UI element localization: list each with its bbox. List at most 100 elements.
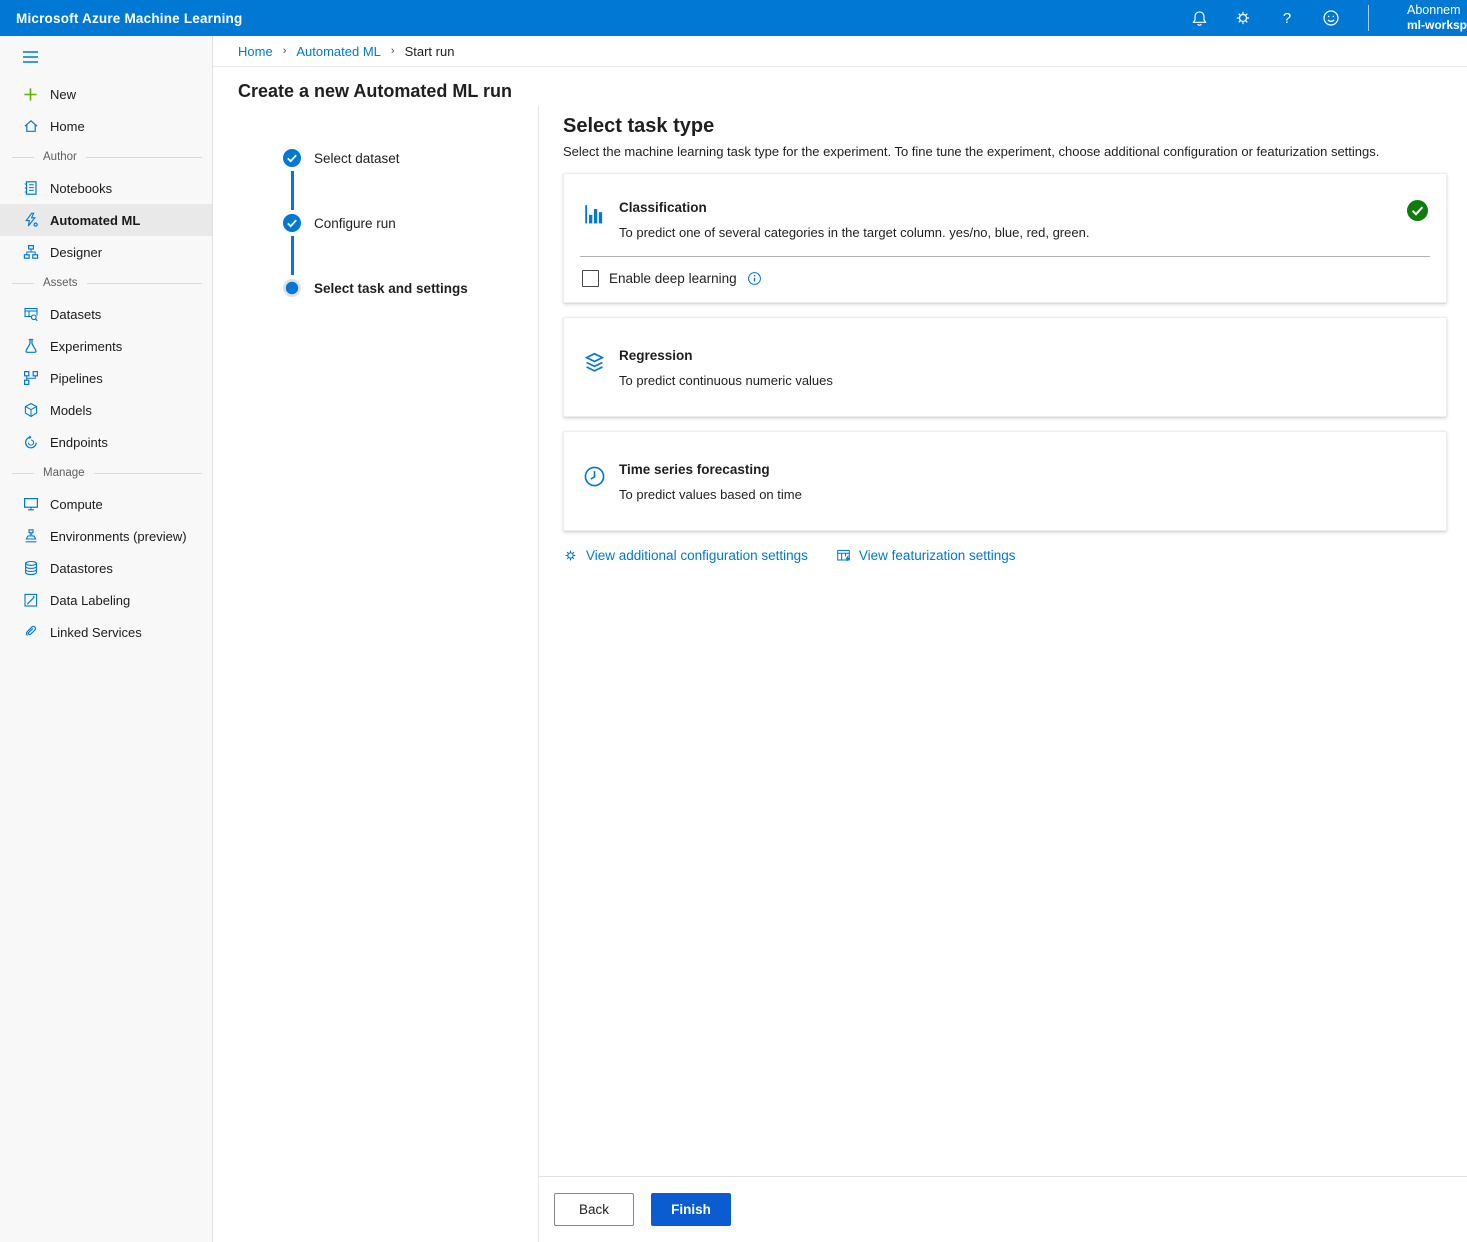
sidebar-item-label: Home — [50, 119, 85, 134]
sidebar-item-linked-services[interactable]: Linked Services — [0, 616, 212, 648]
plus-icon — [22, 86, 39, 103]
designer-icon — [22, 244, 39, 261]
app-title: Microsoft Azure Machine Learning — [16, 11, 242, 26]
sidebar-item-label: Linked Services — [50, 625, 142, 640]
view-additional-configuration-link[interactable]: View additional configuration settings — [563, 548, 808, 563]
page-header: Create a new Automated ML run — [213, 67, 1467, 106]
datastores-icon — [22, 560, 39, 577]
task-title: Regression — [619, 348, 1428, 363]
wizard-step-label: Configure run — [314, 216, 396, 231]
finish-button[interactable]: Finish — [651, 1193, 731, 1226]
hamburger-icon — [22, 50, 39, 64]
sidebar-item-home[interactable]: Home — [0, 110, 212, 142]
task-card-regression[interactable]: Regression To predict continuous numeric… — [563, 317, 1447, 417]
enable-deep-learning-checkbox[interactable] — [582, 270, 599, 287]
help-icon[interactable]: ? — [1278, 9, 1296, 27]
settings-gear-icon[interactable] — [1234, 9, 1252, 27]
wizard-footer: Back Finish — [539, 1176, 1467, 1242]
environments-icon — [22, 528, 39, 545]
wizard-step-select-dataset[interactable]: Select dataset — [283, 149, 538, 167]
sidebar-section-author: Author — [0, 142, 212, 172]
enable-deep-learning-label: Enable deep learning — [609, 271, 737, 286]
link-label: View featurization settings — [859, 548, 1016, 563]
sidebar-item-automated-ml[interactable]: Automated ML — [0, 204, 212, 236]
wizard-step-configure-run[interactable]: Configure run — [283, 214, 538, 232]
sidebar-item-label: Data Labeling — [50, 593, 130, 608]
task-description: To predict continuous numeric values — [619, 373, 1428, 388]
task-description: To predict one of several categories in … — [619, 225, 1393, 240]
wizard-connector — [291, 236, 294, 275]
step-current-icon — [283, 279, 301, 297]
breadcrumb-home[interactable]: Home — [238, 44, 273, 59]
settings-gear-icon — [563, 548, 578, 563]
bell-icon[interactable] — [1190, 9, 1208, 27]
subscription-name: Abonnem — [1407, 3, 1467, 19]
chevron-right-icon: › — [391, 45, 395, 57]
task-card-time-series[interactable]: Time series forecasting To predict value… — [563, 431, 1447, 531]
sidebar-item-label: Models — [50, 403, 92, 418]
notebook-icon — [22, 180, 39, 197]
sidebar-item-label: New — [50, 87, 76, 102]
topbar: Microsoft Azure Machine Learning ? — [0, 0, 1467, 36]
sidebar-item-label: Notebooks — [50, 181, 112, 196]
endpoints-icon — [22, 434, 39, 451]
smiley-feedback-icon[interactable] — [1322, 9, 1340, 27]
featurization-table-icon — [836, 548, 851, 563]
wizard-step-select-task[interactable]: Select task and settings — [283, 279, 538, 297]
main-area: Home › Automated ML › Start run Create a… — [213, 36, 1467, 1242]
step-completed-icon — [283, 149, 301, 167]
layers-icon — [582, 350, 606, 374]
sidebar-section-assets: Assets — [0, 268, 212, 298]
breadcrumb-current: Start run — [405, 44, 455, 59]
automated-ml-icon — [22, 212, 39, 229]
task-title: Classification — [619, 200, 1393, 215]
section-description: Select the machine learning task type fo… — [563, 144, 1447, 159]
sidebar-item-label: Environments (preview) — [50, 529, 187, 544]
account-info[interactable]: Abonnem ml-worksp — [1395, 3, 1467, 34]
sidebar-item-label: Compute — [50, 497, 103, 512]
clock-icon — [582, 464, 606, 488]
section-heading: Select task type — [563, 115, 1447, 138]
chevron-right-icon: › — [283, 45, 287, 57]
sidebar-item-designer[interactable]: Designer — [0, 236, 212, 268]
sidebar-item-label: Pipelines — [50, 371, 103, 386]
page-title: Create a new Automated ML run — [238, 81, 1467, 102]
sidebar-item-endpoints[interactable]: Endpoints — [0, 426, 212, 458]
sidebar-item-compute[interactable]: Compute — [0, 488, 212, 520]
sidebar-item-new[interactable]: New — [0, 78, 212, 110]
workspace-name: ml-worksp — [1407, 18, 1467, 33]
topbar-divider — [1368, 5, 1369, 31]
back-button[interactable]: Back — [554, 1193, 634, 1226]
compute-icon — [22, 496, 39, 513]
sidebar-item-datastores[interactable]: Datastores — [0, 552, 212, 584]
view-featurization-settings-link[interactable]: View featurization settings — [836, 548, 1016, 563]
task-type-panel: Select task type Select the machine lear… — [538, 106, 1467, 1242]
sidebar-item-datasets[interactable]: Datasets — [0, 298, 212, 330]
sidebar-item-label: Experiments — [50, 339, 122, 354]
models-icon — [22, 402, 39, 419]
sidebar-item-label: Designer — [50, 245, 102, 260]
linked-services-icon — [22, 624, 39, 641]
sidebar-item-notebooks[interactable]: Notebooks — [0, 172, 212, 204]
info-icon[interactable] — [747, 271, 762, 286]
sidebar-item-pipelines[interactable]: Pipelines — [0, 362, 212, 394]
topbar-actions: ? Abonnem ml-worksp — [1190, 3, 1467, 34]
experiments-icon — [22, 338, 39, 355]
sidebar-section-manage: Manage — [0, 458, 212, 488]
wizard-steps: Select dataset Configure run Select task… — [213, 106, 538, 1242]
sidebar-item-data-labeling[interactable]: Data Labeling — [0, 584, 212, 616]
task-card-classification[interactable]: Classification To predict one of several… — [563, 173, 1447, 303]
hamburger-menu-button[interactable] — [0, 42, 212, 72]
home-icon — [22, 118, 39, 135]
wizard-step-label: Select task and settings — [314, 281, 468, 296]
sidebar-item-models[interactable]: Models — [0, 394, 212, 426]
sidebar-item-label: Datasets — [50, 307, 101, 322]
data-labeling-icon — [22, 592, 39, 609]
breadcrumb-automated-ml[interactable]: Automated ML — [296, 44, 381, 59]
sidebar-item-environments[interactable]: Environments (preview) — [0, 520, 212, 552]
selected-check-icon — [1407, 200, 1428, 221]
step-completed-icon — [283, 214, 301, 232]
sidebar-item-label: Automated ML — [50, 213, 140, 228]
sidebar-item-experiments[interactable]: Experiments — [0, 330, 212, 362]
task-title: Time series forecasting — [619, 462, 1428, 477]
